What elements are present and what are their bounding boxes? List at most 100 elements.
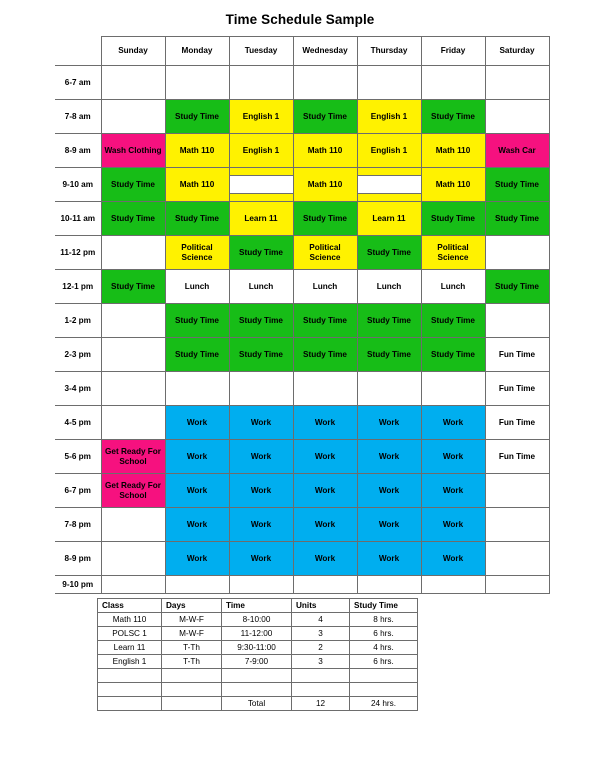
schedule-cell[interactable]: English 1 (228, 99, 294, 134)
schedule-cell[interactable]: Work (356, 439, 422, 474)
schedule-cell[interactable]: Work (164, 405, 230, 440)
schedule-cell[interactable]: Study Time (164, 99, 230, 134)
schedule-cell[interactable]: Wash Clothing (100, 133, 166, 168)
schedule-cell[interactable]: English 1 (356, 133, 422, 168)
schedule-cell[interactable]: Learn 11 (356, 201, 422, 236)
schedule-cell[interactable] (164, 65, 230, 100)
schedule-cell[interactable] (484, 99, 550, 134)
schedule-cell[interactable]: Work (420, 439, 486, 474)
schedule-cell[interactable]: Work (292, 473, 358, 508)
schedule-cell[interactable]: Fun Time (484, 371, 550, 406)
schedule-cell[interactable]: Study Time (100, 167, 166, 202)
schedule-cell[interactable]: Work (420, 507, 486, 542)
schedule-cell[interactable]: Math 110 (420, 167, 486, 202)
schedule-cell[interactable]: Work (420, 541, 486, 576)
schedule-cell[interactable] (100, 99, 166, 134)
schedule-cell[interactable]: Lunch (228, 269, 294, 304)
schedule-cell[interactable] (100, 405, 166, 440)
schedule-cell[interactable]: Fun Time (484, 405, 550, 440)
schedule-cell[interactable]: Get Ready For School (100, 439, 166, 474)
schedule-cell[interactable] (100, 371, 166, 406)
schedule-cell[interactable]: Study Time (292, 337, 358, 372)
schedule-cell[interactable]: Work (420, 405, 486, 440)
schedule-cell[interactable]: Study Time (356, 235, 422, 270)
schedule-cell[interactable]: Political Science (420, 235, 486, 270)
schedule-cell[interactable] (292, 371, 358, 406)
schedule-cell[interactable]: Math 110 (292, 133, 358, 168)
schedule-cell[interactable]: English 1 (228, 133, 294, 168)
schedule-cell[interactable]: Political Science (292, 235, 358, 270)
schedule-cell[interactable]: Work (356, 507, 422, 542)
schedule-cell[interactable]: Work (228, 507, 294, 542)
schedule-cell[interactable]: Lunch (420, 269, 486, 304)
schedule-cell[interactable] (420, 65, 486, 100)
schedule-cell[interactable]: Math 110 (292, 167, 358, 202)
schedule-cell[interactable]: Math 110 (420, 133, 486, 168)
schedule-cell[interactable]: Lunch (292, 269, 358, 304)
schedule-cell[interactable]: Study Time (228, 235, 294, 270)
schedule-cell[interactable] (356, 371, 422, 406)
schedule-cell[interactable]: Study Time (356, 337, 422, 372)
schedule-cell[interactable]: Work (164, 439, 230, 474)
schedule-cell[interactable]: Study Time (292, 99, 358, 134)
schedule-cell[interactable] (100, 235, 166, 270)
schedule-cell[interactable]: Work (356, 405, 422, 440)
schedule-cell[interactable]: Study Time (292, 201, 358, 236)
schedule-cell[interactable]: Work (356, 473, 422, 508)
schedule-cell[interactable]: Work (164, 473, 230, 508)
schedule-cell[interactable]: Work (164, 507, 230, 542)
schedule-cell[interactable]: English 1 (356, 99, 422, 134)
schedule-cell[interactable]: Study Time (228, 303, 294, 338)
schedule-cell[interactable] (292, 575, 358, 594)
schedule-cell[interactable] (164, 575, 230, 594)
schedule-cell[interactable]: Math 110 (164, 133, 230, 168)
schedule-cell[interactable] (100, 65, 166, 100)
schedule-cell[interactable] (100, 541, 166, 576)
schedule-cell[interactable]: Study Time (420, 99, 486, 134)
schedule-cell[interactable] (292, 65, 358, 100)
schedule-cell[interactable]: Work (292, 439, 358, 474)
schedule-cell[interactable]: Math 110 (164, 167, 230, 202)
schedule-cell[interactable] (356, 167, 422, 202)
schedule-cell[interactable] (484, 235, 550, 270)
schedule-cell[interactable] (356, 575, 422, 594)
schedule-cell[interactable]: Work (420, 473, 486, 508)
schedule-cell[interactable] (164, 371, 230, 406)
schedule-cell[interactable]: Study Time (164, 337, 230, 372)
schedule-cell[interactable]: Study Time (356, 303, 422, 338)
schedule-cell[interactable] (484, 541, 550, 576)
schedule-cell[interactable]: Study Time (292, 303, 358, 338)
schedule-cell[interactable] (420, 575, 486, 594)
schedule-cell[interactable]: Study Time (420, 201, 486, 236)
schedule-cell[interactable]: Fun Time (484, 439, 550, 474)
schedule-cell[interactable] (100, 507, 166, 542)
schedule-cell[interactable]: Work (228, 473, 294, 508)
schedule-cell[interactable] (484, 303, 550, 338)
schedule-cell[interactable] (100, 303, 166, 338)
schedule-cell[interactable]: Study Time (164, 303, 230, 338)
schedule-cell[interactable]: Wash Car (484, 133, 550, 168)
schedule-cell[interactable]: Study Time (484, 269, 550, 304)
schedule-cell[interactable] (484, 507, 550, 542)
schedule-cell[interactable]: Study Time (164, 201, 230, 236)
schedule-cell[interactable] (100, 575, 166, 594)
schedule-cell[interactable]: Get Ready For School (100, 473, 166, 508)
schedule-cell[interactable] (356, 65, 422, 100)
schedule-cell[interactable]: Study Time (484, 201, 550, 236)
schedule-cell[interactable]: Lunch (164, 269, 230, 304)
schedule-cell[interactable]: Work (164, 541, 230, 576)
schedule-cell[interactable]: Fun Time (484, 337, 550, 372)
schedule-cell[interactable]: Work (228, 405, 294, 440)
schedule-cell[interactable]: Political Science (164, 235, 230, 270)
schedule-cell[interactable]: Study Time (420, 303, 486, 338)
schedule-cell[interactable] (420, 371, 486, 406)
schedule-cell[interactable] (228, 65, 294, 100)
schedule-cell[interactable]: Work (228, 439, 294, 474)
schedule-cell[interactable]: Study Time (484, 167, 550, 202)
schedule-cell[interactable] (484, 575, 550, 594)
schedule-cell[interactable] (484, 65, 550, 100)
schedule-cell[interactable]: Work (292, 405, 358, 440)
schedule-cell[interactable] (484, 473, 550, 508)
schedule-cell[interactable] (228, 371, 294, 406)
schedule-cell[interactable]: Study Time (100, 269, 166, 304)
